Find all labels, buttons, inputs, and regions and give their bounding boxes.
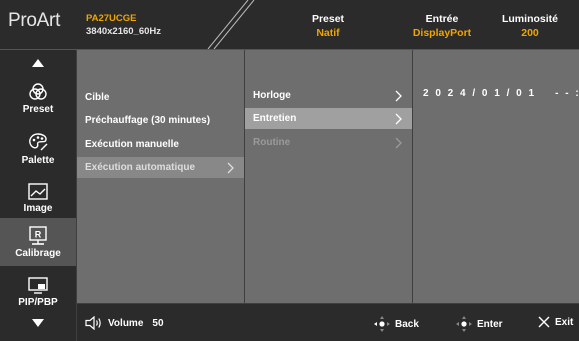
back-label: Back: [395, 318, 419, 330]
input-status: Entrée DisplayPort: [403, 12, 481, 40]
calibrage-icon: R: [29, 225, 47, 245]
joystick-press-icon: [456, 316, 472, 332]
volume-value: 50: [152, 317, 164, 329]
preset-value: Natif: [316, 27, 340, 39]
sidebar-item-label: Calibrage: [15, 247, 61, 259]
exit-label: Exit: [555, 316, 574, 328]
sidebar-item-preset[interactable]: Preset: [0, 74, 76, 122]
sidebar-item-label: Preset: [22, 103, 54, 115]
menu-item-routine[interactable]: Routine: [245, 132, 412, 153]
sidebar-item-calibrage[interactable]: R Calibrage: [0, 218, 76, 266]
volume-label: Volume: [108, 317, 144, 329]
menu-item-execution-automatique[interactable]: Exécution automatique: [77, 157, 244, 178]
speaker-icon: [85, 316, 101, 330]
model-name: PA27UCGE: [86, 13, 137, 24]
nav-up-arrow-icon[interactable]: [0, 56, 76, 70]
sidebar-item-label: Palette: [21, 154, 55, 166]
menu-item-entretien[interactable]: Entretien: [245, 108, 412, 129]
exit-control[interactable]: Exit: [537, 315, 573, 329]
sidebar-nav: Preset Palette Image R Calibrage PIP/PBP: [0, 50, 76, 341]
model-info: PA27UCGE 3840x2160_60Hz: [86, 12, 161, 38]
menu-item-prechauffage[interactable]: Préchauffage (30 minutes): [77, 110, 244, 131]
input-label: Entrée: [425, 13, 459, 25]
chevron-right-icon: [395, 90, 402, 102]
menu-column-3: 2 0 2 4 / 0 1 / 0 1 - - : - -: [413, 50, 579, 303]
menu-item-horloge[interactable]: Horloge: [245, 85, 412, 106]
svg-text:R: R: [35, 229, 42, 239]
bottom-bar: Volume 50 Back Enter Exit: [77, 304, 579, 341]
brightness-value: 200: [521, 27, 539, 39]
brightness-status: Luminosité 200: [490, 12, 570, 40]
joystick-left-icon: [374, 316, 390, 332]
sidebar-item-image[interactable]: Image: [0, 174, 76, 222]
nav-down-arrow-icon[interactable]: [0, 316, 76, 330]
back-control[interactable]: Back: [373, 315, 419, 333]
menu-item-execution-manuelle[interactable]: Exécution manuelle: [77, 134, 244, 155]
menu-item-cible[interactable]: Cible: [77, 87, 244, 108]
header-divider-lines: [207, 0, 255, 49]
sidebar-item-pip-pbp[interactable]: PIP/PBP: [0, 268, 76, 316]
pip-pbp-icon: [28, 276, 48, 294]
sidebar-item-label: PIP/PBP: [18, 296, 58, 308]
clock-datetime-value: 2 0 2 4 / 0 1 / 0 1 - - : - -: [423, 88, 579, 99]
palette-icon: [29, 132, 48, 150]
proart-logo: ProArt: [8, 10, 61, 31]
sidebar-item-palette[interactable]: Palette: [0, 124, 76, 172]
volume-control[interactable]: Volume 50: [85, 316, 164, 330]
top-bar: ProArt PA27UCGE 3840x2160_60Hz Preset Na…: [0, 0, 579, 50]
input-value: DisplayPort: [412, 27, 472, 39]
menu-column-2: Horloge Entretien Routine: [245, 50, 412, 303]
menu-column-1: Cible Préchauffage (30 minutes) Exécutio…: [77, 50, 244, 303]
resolution-text: 3840x2160_60Hz: [86, 26, 162, 37]
chevron-right-icon: [395, 113, 402, 125]
image-icon: [28, 182, 48, 200]
enter-control[interactable]: Enter: [455, 315, 503, 333]
chevron-right-icon: [395, 137, 402, 149]
sidebar-item-label: Image: [23, 202, 53, 214]
chevron-right-icon: [227, 162, 234, 174]
brightness-label: Luminosité: [501, 13, 558, 25]
close-icon: [538, 316, 550, 328]
enter-label: Enter: [477, 318, 503, 330]
preset-label: Preset: [311, 13, 345, 25]
preset-icon: [29, 82, 47, 100]
preset-status: Preset Natif: [296, 12, 360, 40]
